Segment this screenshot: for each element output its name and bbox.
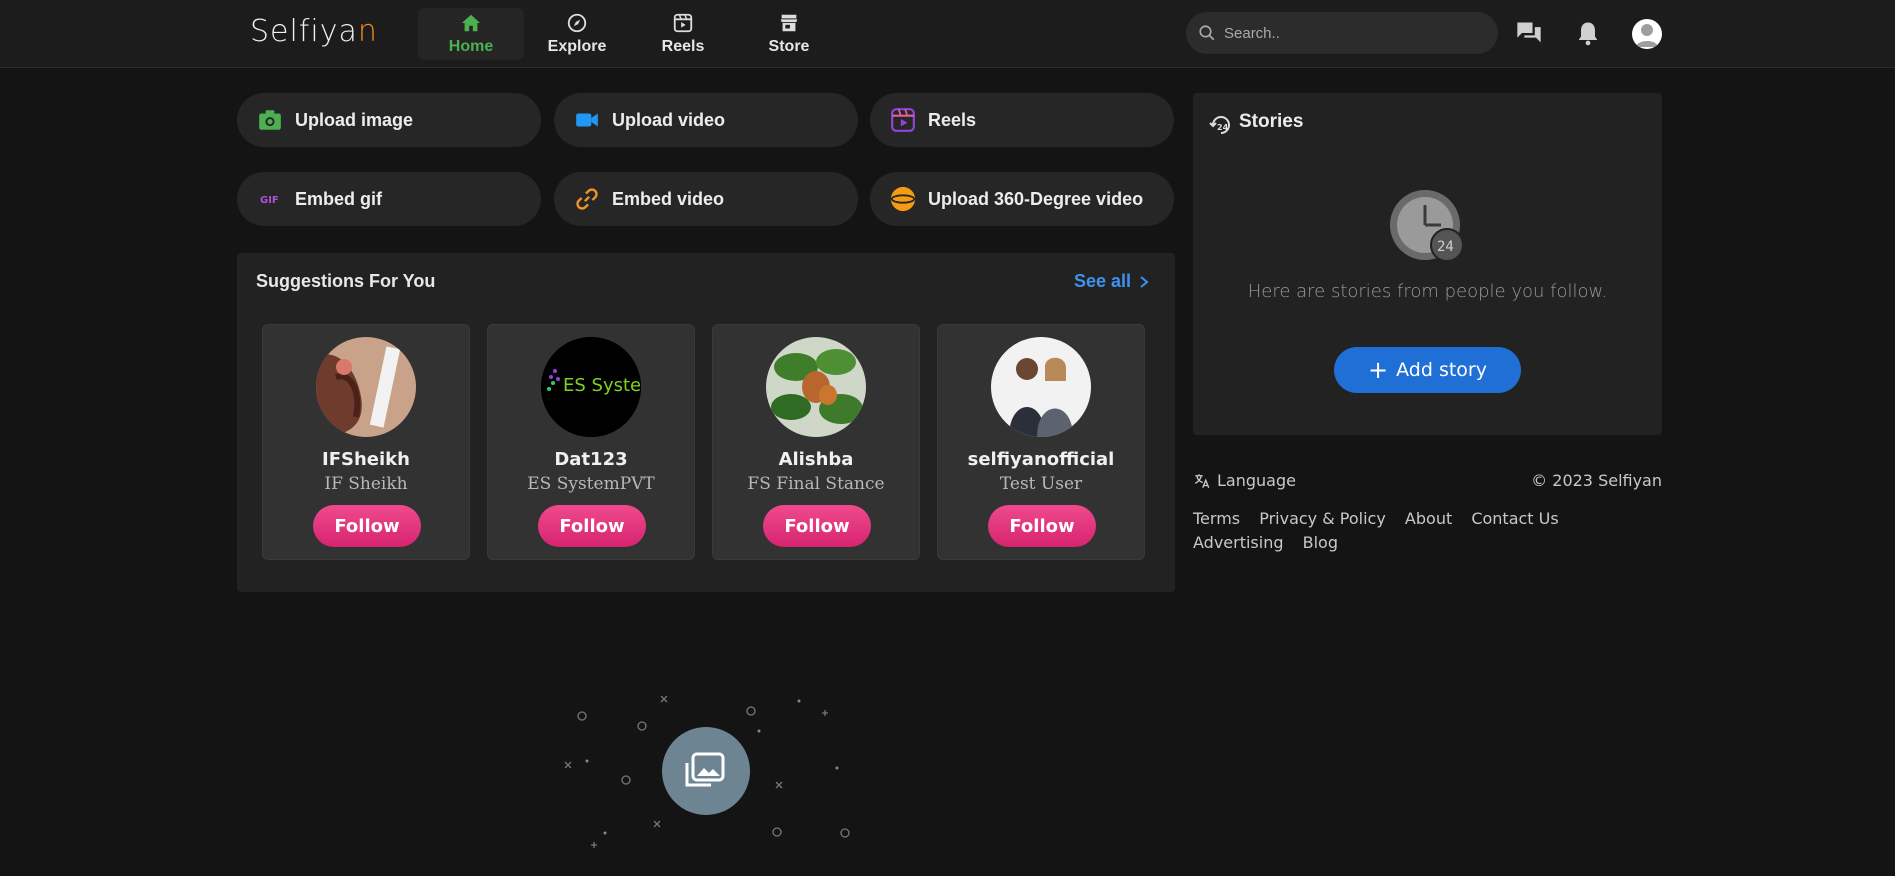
user-icon bbox=[1636, 24, 1658, 47]
store-icon bbox=[780, 14, 798, 32]
messages-icon[interactable] bbox=[1515, 19, 1543, 47]
add-story-label: Add story bbox=[1396, 359, 1487, 381]
upload-360-video-label: Upload 360-Degree video bbox=[928, 188, 1144, 209]
footer-link-terms[interactable]: Terms bbox=[1193, 509, 1240, 528]
language-selector[interactable]: Language bbox=[1193, 471, 1296, 490]
display-name: ES SystemPVT bbox=[527, 474, 655, 494]
embed-gif-button[interactable]: GIF Embed gif bbox=[237, 172, 541, 226]
footer-link-contact-us[interactable]: Contact Us bbox=[1471, 509, 1558, 528]
compass-icon bbox=[567, 13, 587, 33]
stories-empty-text: Here are stories from people you follow. bbox=[1247, 281, 1608, 302]
footer-link-advertising[interactable]: Advertising bbox=[1193, 533, 1284, 552]
stories-title: Stories bbox=[1239, 111, 1304, 132]
profile-picture[interactable] bbox=[766, 337, 866, 437]
nav-explore[interactable]: Explore bbox=[524, 8, 630, 60]
display-name: FS Final Stance bbox=[747, 474, 885, 494]
nav-explore-label: Explore bbox=[547, 38, 607, 55]
upload-video-button[interactable]: Upload video bbox=[554, 93, 858, 147]
clock-24-icon: 24 bbox=[1390, 190, 1464, 262]
follow-button[interactable]: Follow bbox=[538, 505, 646, 547]
footer-link-privacy-policy[interactable]: Privacy & Policy bbox=[1259, 509, 1386, 528]
translate-icon bbox=[1194, 473, 1210, 488]
nav-store[interactable]: Store bbox=[736, 8, 842, 60]
reels-icon bbox=[673, 13, 693, 33]
es-system-logo-text: ES System bbox=[563, 375, 641, 396]
embed-video-label: Embed video bbox=[612, 188, 725, 209]
footer-links: Terms Privacy & Policy About Contact Us … bbox=[1193, 507, 1653, 555]
main-nav: Home Explore Reels Store bbox=[418, 8, 842, 60]
see-all-label: See all bbox=[1073, 271, 1131, 291]
suggestions-title: Suggestions For You bbox=[256, 271, 436, 291]
gif-icon: GIF bbox=[260, 195, 279, 206]
profile-picture[interactable] bbox=[316, 337, 416, 437]
chevron-right-icon bbox=[1140, 275, 1149, 288]
vr-icon bbox=[890, 186, 916, 212]
nav-reels-label: Reels bbox=[661, 38, 705, 55]
top-bar: Selfiyan Home Explore Reels Store bbox=[0, 0, 1895, 68]
language-label: Language bbox=[1217, 471, 1296, 490]
nav-reels[interactable]: Reels bbox=[630, 8, 736, 60]
display-name: Test User bbox=[999, 474, 1083, 494]
suggestion-card: Alishba FS Final Stance Follow bbox=[712, 324, 920, 560]
stories-panel: 24 Stories 24 Here are stories from peop… bbox=[1193, 93, 1662, 435]
footer-link-blog[interactable]: Blog bbox=[1303, 533, 1338, 552]
search-icon bbox=[1199, 25, 1215, 41]
username[interactable]: Alishba bbox=[713, 449, 919, 470]
see-all-link[interactable]: See all bbox=[1074, 271, 1151, 292]
profile-picture[interactable] bbox=[991, 337, 1091, 437]
copyright-text: © 2023 Selfiyan bbox=[1531, 471, 1662, 490]
gif-icon-text: GIF bbox=[260, 195, 279, 206]
clock-badge-text: 24 bbox=[1437, 239, 1454, 255]
display-name: IF Sheikh bbox=[324, 474, 408, 494]
username[interactable]: Dat123 bbox=[488, 449, 694, 470]
home-icon bbox=[461, 14, 481, 32]
profile-picture[interactable]: ES System bbox=[541, 337, 641, 437]
upload-360-video-button[interactable]: Upload 360-Degree video bbox=[870, 172, 1174, 226]
logo-accent: n bbox=[357, 14, 378, 49]
follow-button[interactable]: Follow bbox=[988, 505, 1096, 547]
stories-24h-icon: 24 bbox=[1209, 116, 1230, 134]
reels-action-label: Reels bbox=[928, 109, 977, 130]
reels-action-button[interactable]: Reels bbox=[870, 93, 1174, 147]
footer-link-about[interactable]: About bbox=[1405, 509, 1452, 528]
nav-store-label: Store bbox=[768, 38, 810, 55]
follow-button[interactable]: Follow bbox=[313, 505, 421, 547]
nav-home-label: Home bbox=[448, 38, 494, 55]
follow-button[interactable]: Follow bbox=[763, 505, 871, 547]
embed-video-button[interactable]: Embed video bbox=[554, 172, 858, 226]
leaves-photo-icon bbox=[766, 337, 866, 437]
camera-icon bbox=[259, 110, 281, 130]
nav-home[interactable]: Home bbox=[418, 8, 524, 60]
upload-video-label: Upload video bbox=[612, 109, 726, 130]
search-input[interactable] bbox=[1224, 12, 1484, 54]
add-story-button[interactable]: + Add story bbox=[1334, 347, 1521, 393]
username[interactable]: IFSheikh bbox=[263, 449, 469, 470]
es-system-logo-icon: ES System bbox=[541, 337, 641, 437]
stories-24h-badge-text: 24 bbox=[1217, 123, 1229, 132]
notifications-bell-icon[interactable] bbox=[1574, 19, 1602, 47]
two-women-photo-icon bbox=[991, 337, 1091, 437]
reels-icon bbox=[891, 108, 915, 132]
suggestion-card: ES System Dat123 ES SystemPVT Follow bbox=[487, 324, 695, 560]
suggestions-panel: Suggestions For You See all IFSheikh IF … bbox=[237, 253, 1175, 592]
video-camera-icon bbox=[576, 113, 598, 127]
logo-text: Selfiya bbox=[250, 14, 358, 49]
suggestion-card: selfiyanofficial Test User Follow bbox=[937, 324, 1145, 560]
username[interactable]: selfiyanofficial bbox=[938, 449, 1144, 470]
empty-feed-illustration bbox=[564, 695, 850, 848]
suggestion-card: IFSheikh IF Sheikh Follow bbox=[262, 324, 470, 560]
profile-photo-icon bbox=[316, 337, 416, 437]
embed-gif-label: Embed gif bbox=[295, 188, 383, 209]
upload-image-label: Upload image bbox=[295, 109, 414, 130]
link-icon bbox=[576, 188, 598, 210]
upload-image-button[interactable]: Upload image bbox=[237, 93, 541, 147]
plus-icon: + bbox=[1368, 356, 1389, 384]
logo[interactable]: Selfiyan bbox=[250, 14, 378, 49]
user-avatar[interactable] bbox=[1632, 19, 1662, 49]
search-box bbox=[1186, 12, 1498, 54]
